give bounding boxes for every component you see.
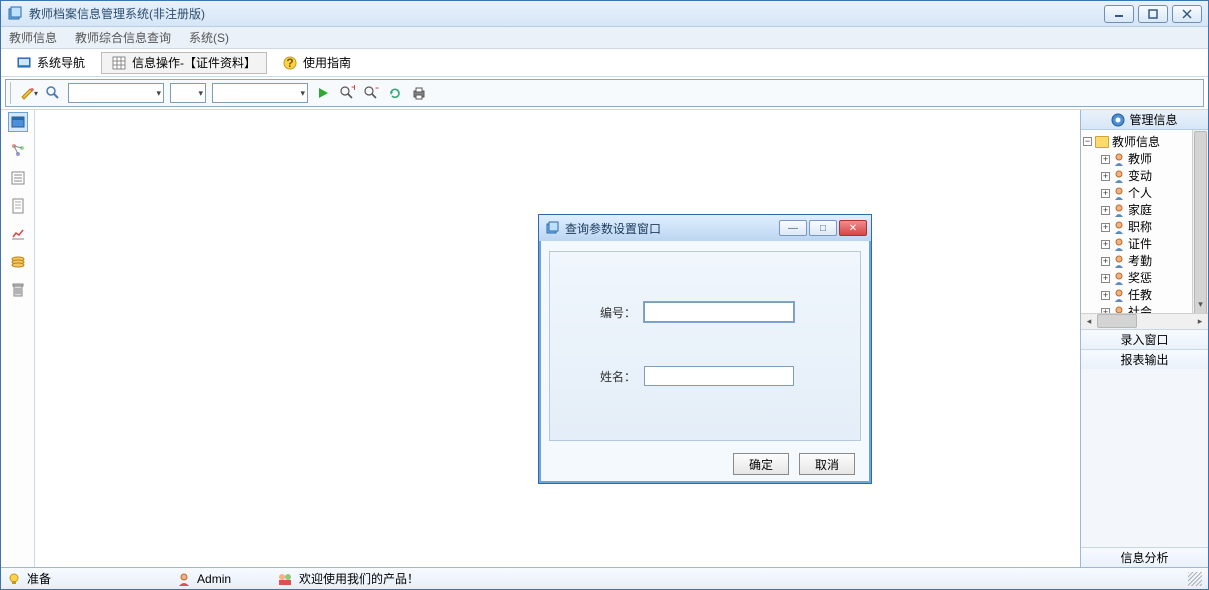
status-ready: 准备: [27, 570, 51, 587]
section-input-window[interactable]: 录入窗口: [1081, 329, 1208, 349]
dialog-close-button[interactable]: ✕: [839, 220, 867, 236]
svg-text:-: -: [375, 85, 379, 94]
titlebar: 教师档案信息管理系统(非注册版): [1, 1, 1208, 27]
svg-text:+: +: [351, 85, 355, 94]
info-circle-icon: [1111, 113, 1125, 127]
tree-item[interactable]: +社会: [1083, 304, 1208, 313]
tree-item[interactable]: +证件: [1083, 236, 1208, 253]
rail-stack-icon[interactable]: [8, 252, 28, 272]
menu-comprehensive-query[interactable]: 教师综合信息查询: [75, 29, 171, 46]
tab-system-nav[interactable]: 系统导航: [7, 52, 95, 74]
tree-item[interactable]: +奖惩: [1083, 270, 1208, 287]
input-name[interactable]: [644, 366, 794, 386]
folder-icon: [1095, 136, 1109, 148]
right-panel: 管理信息 − 教师信息 +教师+变动+个人+家庭+职称+证件+考勤+奖惩+任教+…: [1080, 110, 1208, 567]
node-icon: [1113, 187, 1125, 201]
grid-icon: [112, 56, 126, 70]
node-icon: [1113, 204, 1125, 218]
right-panel-header: 管理信息: [1081, 110, 1208, 130]
rail-trash-icon[interactable]: [8, 280, 28, 300]
zoom-icon[interactable]: [44, 84, 62, 102]
node-icon: [1113, 170, 1125, 184]
left-rail: [1, 110, 35, 567]
app-icon: [7, 6, 23, 22]
search-toolbar: ▾ ▾ ▾ ▾ + -: [5, 79, 1204, 107]
cancel-button[interactable]: 取消: [799, 453, 855, 475]
tree-item[interactable]: +个人: [1083, 185, 1208, 202]
section-report-output[interactable]: 报表输出: [1081, 349, 1208, 369]
combo-1[interactable]: ▾: [68, 83, 164, 103]
search-plus-icon[interactable]: +: [338, 84, 356, 102]
input-number[interactable]: [644, 302, 794, 322]
dialog-icon: [545, 221, 559, 235]
tree-item[interactable]: +家庭: [1083, 202, 1208, 219]
dialog-body: 编号： 姓名：: [549, 251, 861, 441]
rail-window-icon[interactable]: [8, 112, 28, 132]
user-icon: [177, 572, 191, 586]
rail-list-icon[interactable]: [8, 168, 28, 188]
window-controls: [1104, 5, 1202, 23]
tree-item[interactable]: +任教: [1083, 287, 1208, 304]
resize-grip[interactable]: [1188, 572, 1202, 586]
monitor-icon: [17, 56, 31, 70]
svg-text:?: ?: [286, 56, 293, 70]
search-minus-icon[interactable]: -: [362, 84, 380, 102]
close-button[interactable]: [1172, 5, 1202, 23]
status-user: Admin: [197, 572, 231, 586]
menu-teacher-info[interactable]: 教师信息: [9, 29, 57, 46]
bulb-icon: [7, 572, 21, 586]
dialog-maximize-button[interactable]: □: [809, 220, 837, 236]
rail-chart-icon[interactable]: [8, 224, 28, 244]
tree-item[interactable]: +变动: [1083, 168, 1208, 185]
node-icon: [1113, 306, 1125, 313]
combo-2[interactable]: ▾: [170, 83, 206, 103]
dialog-titlebar[interactable]: 查询参数设置窗口 — □ ✕: [539, 215, 871, 241]
status-welcome: 欢迎使用我们的产品！: [299, 570, 419, 587]
tab-info-operation[interactable]: 信息操作-【证件资料】: [101, 52, 267, 74]
section-info-analysis[interactable]: 信息分析: [1081, 547, 1208, 567]
rail-document-icon[interactable]: [8, 196, 28, 216]
tree-item[interactable]: +教师: [1083, 151, 1208, 168]
help-icon: ?: [283, 56, 297, 70]
tree-vertical-scrollbar[interactable]: ▾: [1192, 130, 1208, 313]
dialog-title: 查询参数设置窗口: [565, 220, 773, 237]
node-icon: [1113, 272, 1125, 286]
label-name: 姓名：: [590, 368, 636, 385]
tree-horizontal-scrollbar[interactable]: ◂ ▸: [1081, 313, 1208, 329]
statusbar: 准备 Admin 欢迎使用我们的产品！: [1, 567, 1208, 589]
minimize-button[interactable]: [1104, 5, 1134, 23]
dialog-minimize-button[interactable]: —: [779, 220, 807, 236]
label-number: 编号：: [590, 304, 636, 321]
node-icon: [1113, 255, 1125, 269]
query-params-dialog: 查询参数设置窗口 — □ ✕ 编号： 姓名： 确定 取消: [538, 214, 872, 484]
node-icon: [1113, 289, 1125, 303]
tree-item[interactable]: +考勤: [1083, 253, 1208, 270]
node-icon: [1113, 153, 1125, 167]
people-icon: [277, 572, 293, 586]
tree-item[interactable]: +职称: [1083, 219, 1208, 236]
window-title: 教师档案信息管理系统(非注册版): [29, 5, 1104, 22]
maximize-button[interactable]: [1138, 5, 1168, 23]
node-icon: [1113, 221, 1125, 235]
edit-icon[interactable]: ▾: [20, 84, 38, 102]
node-icon: [1113, 238, 1125, 252]
ok-button[interactable]: 确定: [733, 453, 789, 475]
play-icon[interactable]: [314, 84, 332, 102]
menubar: 教师信息 教师综合信息查询 系统(S): [1, 27, 1208, 49]
print-icon[interactable]: [410, 84, 428, 102]
tree-view[interactable]: − 教师信息 +教师+变动+个人+家庭+职称+证件+考勤+奖惩+任教+社会+培训…: [1081, 130, 1208, 313]
tab-usage-guide[interactable]: ? 使用指南: [273, 52, 361, 74]
menu-system[interactable]: 系统(S): [189, 29, 229, 46]
combo-3[interactable]: ▾: [212, 83, 308, 103]
tree-root[interactable]: − 教师信息: [1083, 132, 1208, 151]
tab-toolbar: 系统导航 信息操作-【证件资料】 ? 使用指南: [1, 49, 1208, 77]
rail-tree-icon[interactable]: [8, 140, 28, 160]
refresh-icon[interactable]: [386, 84, 404, 102]
